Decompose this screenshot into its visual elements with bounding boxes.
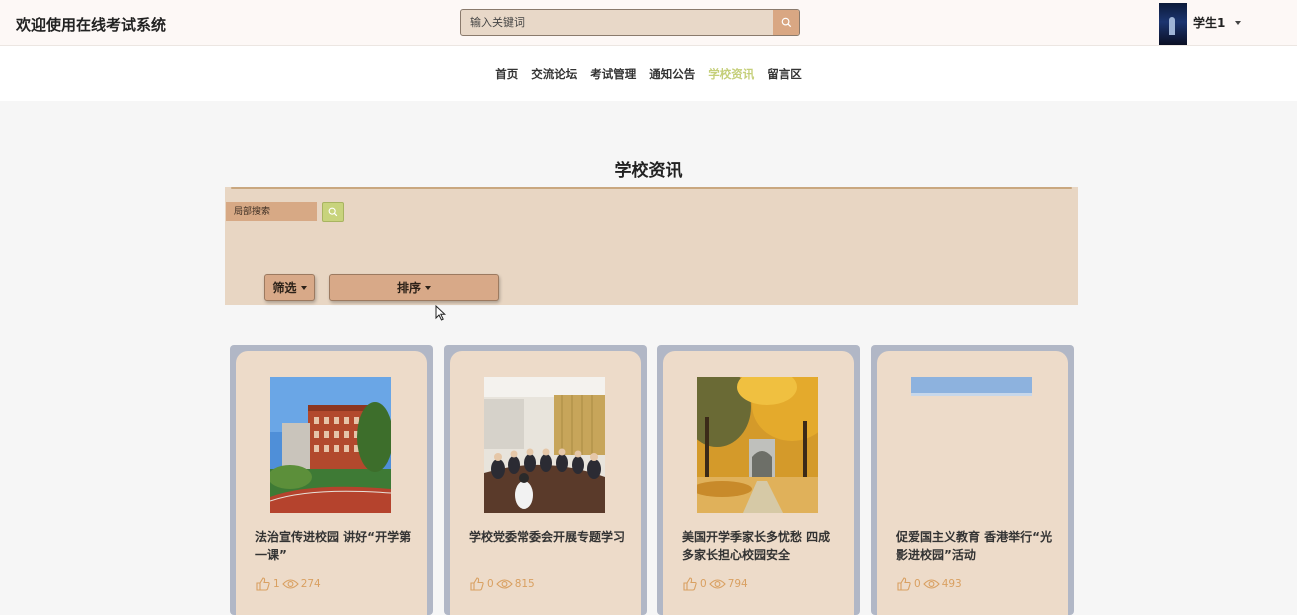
eye-icon [495,579,513,589]
username[interactable]: 学生1 [1193,14,1225,31]
sort-label: 排序 [396,281,421,295]
filter-panel: 筛选 排序 [225,187,1078,305]
news-card[interactable]: 促爱国主义教育 香港举行“光影进校园”活动 0 493 [871,345,1074,615]
news-title[interactable]: 学校党委常委会开展专题学习 [469,528,629,546]
eye-icon [281,579,299,589]
nav-item-home[interactable]: 首页 [495,66,518,82]
news-title[interactable]: 美国开学季家长多忧愁 四成多家长担心校园安全 [682,528,842,564]
view-count: 794 [727,578,748,590]
news-title[interactable]: 法治宣传进校园 讲好“开学第一课” [255,528,415,564]
global-search-button[interactable] [773,10,799,35]
news-stats: 0 794 [682,575,750,593]
page-title: 学校资讯 [614,161,683,181]
nav-item-school-news[interactable]: 学校资讯 [708,66,754,82]
news-image[interactable] [911,377,1032,513]
nav-item-message-board[interactable]: 留言区 [767,66,802,82]
news-stats: 1 274 [255,575,323,593]
global-search-input[interactable] [461,10,773,35]
thumbs-up-icon[interactable] [469,576,485,592]
news-image[interactable] [697,377,818,513]
news-stats: 0 815 [469,575,537,593]
like-count: 0 [700,578,707,590]
top-header: 欢迎使用在线考试系统 学生1 [0,0,1297,46]
sort-dropdown-button[interactable]: 排序 [329,274,499,301]
mouse-cursor-icon [435,305,446,321]
thumbs-up-icon[interactable] [896,576,912,592]
news-card[interactable]: 学校党委常委会开展专题学习 0 815 [444,345,647,615]
filter-dropdown-button[interactable]: 筛选 [264,274,315,301]
avatar[interactable] [1159,3,1187,45]
main-nav: 首页 交流论坛 考试管理 通知公告 学校资讯 留言区 [0,46,1297,101]
news-title[interactable]: 促爱国主义教育 香港举行“光影进校园”活动 [896,528,1056,564]
view-count: 815 [514,578,535,590]
caret-down-icon [425,285,431,290]
news-card[interactable]: 美国开学季家长多忧愁 四成多家长担心校园安全 0 794 [657,345,860,615]
nav-item-forum[interactable]: 交流论坛 [531,66,577,82]
eye-icon [922,579,940,589]
thumbs-up-icon[interactable] [682,576,698,592]
like-count: 1 [273,578,280,590]
nav-item-notices[interactable]: 通知公告 [649,66,695,82]
search-icon [328,207,338,217]
local-search-input[interactable] [226,202,317,221]
news-card[interactable]: 法治宣传进校园 讲好“开学第一课” 1 274 [230,345,433,615]
chevron-down-icon[interactable] [1235,21,1241,25]
search-icon [781,17,791,28]
view-count: 493 [941,578,962,590]
caret-down-icon [300,285,307,290]
eye-icon [708,579,726,589]
divider [231,187,1072,189]
global-search [460,9,800,36]
filter-label: 筛选 [272,281,297,295]
view-count: 274 [300,578,321,590]
like-count: 0 [487,578,494,590]
news-image[interactable] [270,377,391,513]
news-stats: 0 493 [896,575,964,593]
nav-item-exam-management[interactable]: 考试管理 [590,66,636,82]
like-count: 0 [914,578,921,590]
local-search-button[interactable] [322,202,344,222]
news-image[interactable] [484,377,605,513]
site-title: 欢迎使用在线考试系统 [16,16,167,34]
thumbs-up-icon[interactable] [255,576,271,592]
